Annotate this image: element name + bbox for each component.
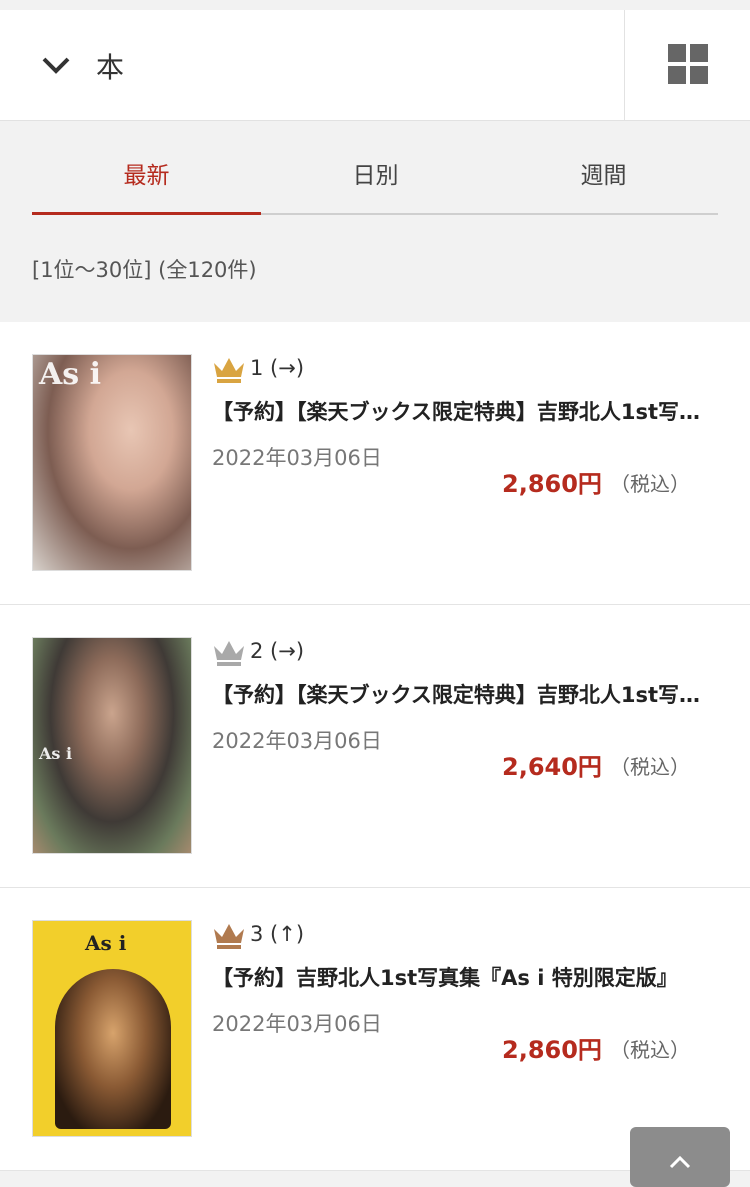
tax-note: （税込） bbox=[610, 1038, 690, 1062]
ranking-list: As i 1 (→) 【予約】【楽天ブックス限定特典】吉野北人1st写真集『As… bbox=[0, 322, 750, 1171]
rank-label: 2 (→) bbox=[250, 639, 305, 663]
cover-title: As i bbox=[39, 744, 73, 763]
item-title[interactable]: 【予約】【楽天ブックス限定特典】吉野北人1st写真集『As i』 bbox=[212, 396, 717, 426]
price: 2,640円 bbox=[502, 753, 602, 781]
rank-label: 1 (→) bbox=[250, 356, 305, 380]
price: 2,860円 bbox=[502, 1036, 602, 1064]
cover-photo bbox=[55, 969, 171, 1129]
rank-label: 3 (↑) bbox=[250, 922, 305, 946]
category-selector[interactable]: 本 bbox=[0, 10, 624, 120]
result-range: [1位〜30位] (全120件) bbox=[32, 258, 257, 282]
crown-bronze-icon bbox=[214, 924, 244, 949]
item-title[interactable]: 【予約】吉野北人1st写真集『As i 特別限定版』 bbox=[212, 962, 717, 992]
tax-note: （税込） bbox=[610, 755, 690, 779]
category-label: 本 bbox=[96, 51, 125, 84]
release-date: 2022年03月06日 bbox=[212, 1012, 382, 1036]
cover-title: As i bbox=[85, 931, 127, 955]
list-item[interactable]: As i 2 (→) 【予約】【楽天ブックス限定特典】吉野北人1st写真集『As… bbox=[0, 605, 750, 888]
cover-title: As i bbox=[39, 357, 102, 392]
release-date: 2022年03月06日 bbox=[212, 446, 382, 470]
grid-view-icon bbox=[668, 44, 708, 84]
tab-daily[interactable]: 日別 bbox=[261, 140, 490, 214]
tab-weekly[interactable]: 週間 bbox=[489, 140, 718, 214]
book-cover[interactable]: As i bbox=[32, 637, 192, 854]
price: 2,860円 bbox=[502, 470, 602, 498]
chevron-up-icon bbox=[669, 1155, 691, 1169]
book-cover[interactable]: As i bbox=[32, 354, 192, 571]
tax-note: （税込） bbox=[610, 472, 690, 496]
tab-latest[interactable]: 最新 bbox=[32, 140, 261, 214]
list-item[interactable]: As i 1 (→) 【予約】【楽天ブックス限定特典】吉野北人1st写真集『As… bbox=[0, 322, 750, 605]
tab-active-indicator bbox=[32, 212, 261, 215]
book-cover[interactable]: As i bbox=[32, 920, 192, 1137]
top-bar: 本 bbox=[0, 10, 750, 121]
crown-gold-icon bbox=[214, 358, 244, 383]
release-date: 2022年03月06日 bbox=[212, 729, 382, 753]
grid-view-button[interactable] bbox=[624, 10, 750, 120]
back-to-top-button[interactable] bbox=[630, 1127, 730, 1187]
item-title[interactable]: 【予約】【楽天ブックス限定特典】吉野北人1st写真集『As i』 bbox=[212, 679, 717, 709]
ranking-tabs: 最新 日別 週間 bbox=[32, 140, 718, 216]
crown-silver-icon bbox=[214, 641, 244, 666]
chevron-down-icon bbox=[42, 57, 70, 74]
